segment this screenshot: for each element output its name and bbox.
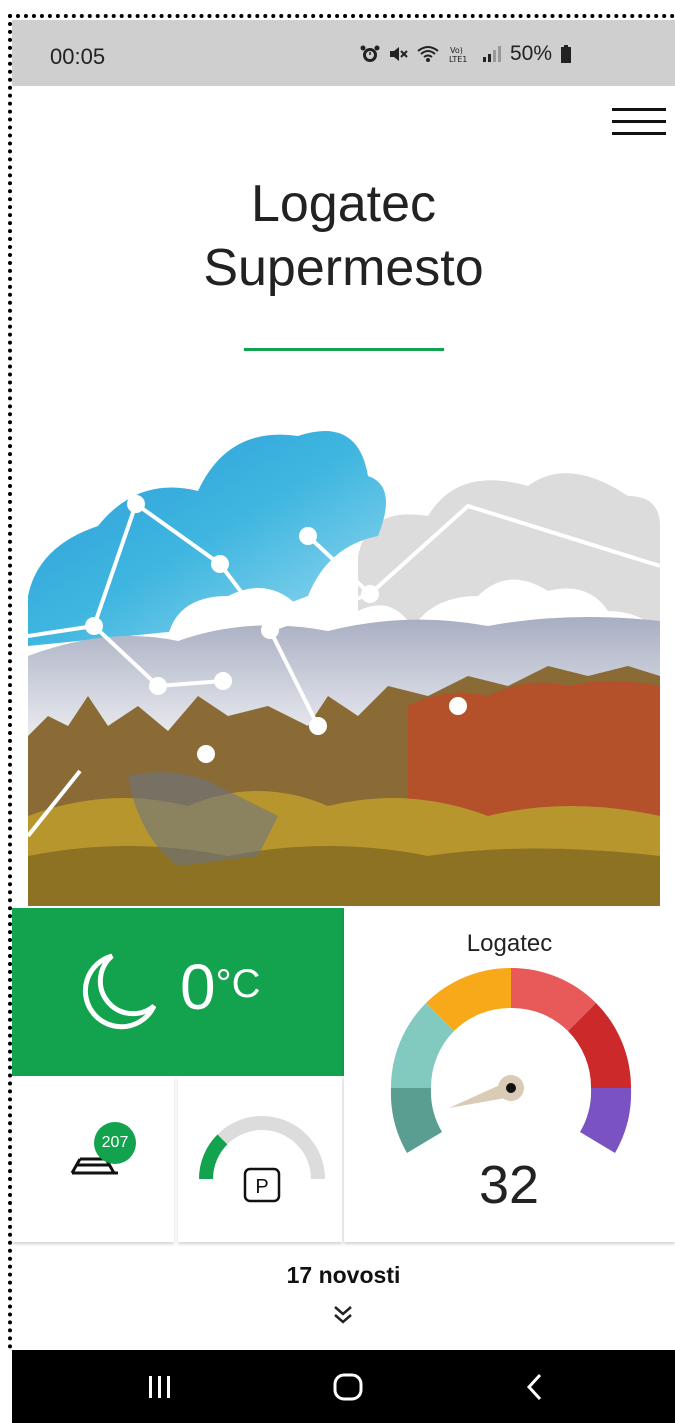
news-count-link[interactable]: 17 novosti xyxy=(12,1262,675,1289)
bike-count-badge: 207 xyxy=(94,1122,136,1164)
battery-text: 50% xyxy=(510,42,553,65)
status-bar: 00:05 Vo) LTE1 50% xyxy=(12,20,675,86)
hero-illustration xyxy=(28,396,660,906)
air-quality-location: Logatec xyxy=(466,930,553,957)
battery-icon xyxy=(561,45,572,63)
status-icons: Vo) LTE1 50% xyxy=(360,42,572,66)
page-title: Logatec Supermesto xyxy=(12,172,675,300)
double-chevron-down-icon[interactable] xyxy=(332,1304,354,1326)
parking-occupancy-arc xyxy=(199,1134,228,1180)
svg-text:LTE1: LTE1 xyxy=(449,55,467,64)
air-quality-card[interactable]: Logatec 32 xyxy=(344,908,675,1242)
home-button[interactable] xyxy=(332,1372,364,1402)
status-time: 00:05 xyxy=(50,44,106,69)
parking-tile[interactable]: P xyxy=(178,1077,342,1242)
dotted-border-top xyxy=(8,14,675,18)
android-nav-bar xyxy=(12,1350,675,1423)
temperature-unit: °C xyxy=(215,962,261,1006)
title-underline xyxy=(244,348,444,351)
recent-apps-button[interactable] xyxy=(146,1374,174,1400)
bike-sharing-tile[interactable]: 207 xyxy=(12,1077,174,1242)
svg-text:Vo): Vo) xyxy=(450,46,463,55)
landscape-illustration xyxy=(28,431,660,906)
air-quality-value: 32 xyxy=(478,1155,540,1215)
mute-icon xyxy=(390,47,408,61)
parking-gauge: P xyxy=(199,1116,325,1203)
temperature: 0°C xyxy=(180,950,260,1024)
volte-icon: Vo)LTE1 xyxy=(449,46,467,64)
screen-frame: 00:05 Vo) LTE1 50% Logatec Supermesto 0°… xyxy=(0,0,675,1423)
back-button[interactable] xyxy=(524,1372,546,1402)
parking-label: P xyxy=(255,1176,268,1198)
title-line-2: Supermesto xyxy=(203,239,484,297)
temperature-value: 0 xyxy=(180,951,216,1023)
hamburger-menu-button[interactable] xyxy=(612,108,666,144)
title-line-1: Logatec xyxy=(250,175,437,233)
alarm-icon xyxy=(360,45,380,62)
moon-icon xyxy=(82,953,157,1030)
air-quality-gauge xyxy=(390,968,632,1153)
weather-tile[interactable]: 0°C xyxy=(12,908,344,1076)
wifi-icon xyxy=(417,46,439,62)
signal-icon xyxy=(483,46,501,62)
